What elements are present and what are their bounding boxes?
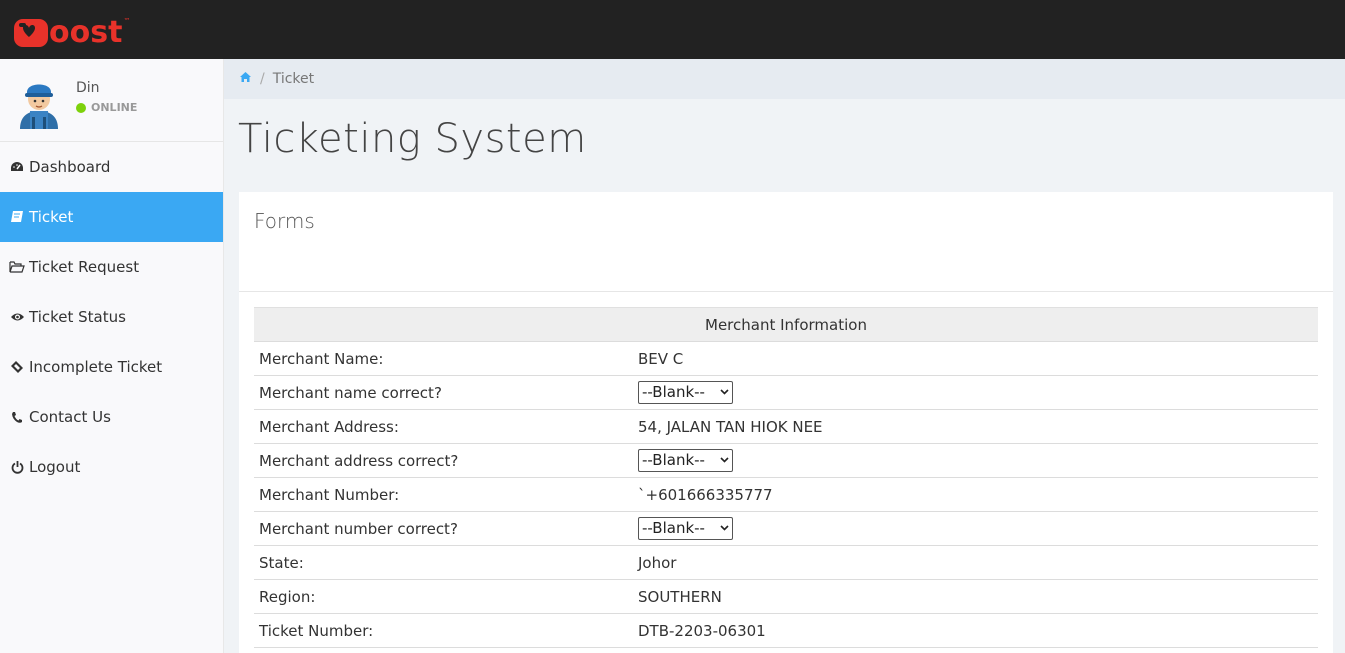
folder-open-icon bbox=[9, 259, 25, 275]
user-name: Din bbox=[76, 80, 100, 96]
row-label: Merchant Address: bbox=[254, 409, 634, 444]
region-value: SOUTHERN bbox=[634, 579, 1318, 614]
logo-heart-icon bbox=[14, 19, 48, 47]
eye-icon bbox=[9, 309, 25, 325]
user-status-label: ONLINE bbox=[91, 101, 138, 114]
row-label: Merchant name correct? bbox=[254, 375, 634, 410]
chevron-down-icon bbox=[720, 525, 729, 531]
chevron-down-icon bbox=[720, 389, 729, 395]
panel-title: Forms bbox=[239, 192, 1333, 292]
row-label: Region: bbox=[254, 579, 634, 614]
sidebar-item-label: Incomplete Ticket bbox=[29, 358, 163, 376]
table-row: Merchant Name: BEV C bbox=[254, 341, 1318, 376]
avatar bbox=[20, 84, 58, 129]
table-row: Merchant number correct? --Blank-- bbox=[254, 511, 1318, 546]
sidebar: Din ONLINE Dashboard Ticket Ticket Reque… bbox=[0, 59, 224, 653]
sidebar-item-ticket-request[interactable]: Ticket Request bbox=[0, 242, 223, 292]
row-label: State: bbox=[254, 545, 634, 580]
sidebar-item-label: Logout bbox=[29, 458, 81, 476]
breadcrumb: / Ticket bbox=[224, 59, 1345, 99]
sidebar-item-label: Ticket Request bbox=[29, 258, 140, 276]
boost-logo[interactable]: oost ™ bbox=[13, 16, 130, 50]
table-header: Merchant Information bbox=[254, 307, 1318, 342]
table-row: Merchant address correct? --Blank-- bbox=[254, 443, 1318, 478]
breadcrumb-separator: / bbox=[260, 71, 265, 87]
power-icon bbox=[9, 459, 25, 475]
ticket-number-value: DTB-2203-06301 bbox=[634, 613, 1318, 648]
merchant-name-value: BEV C bbox=[634, 341, 1318, 376]
user-status: ONLINE bbox=[76, 101, 137, 114]
sidebar-item-label: Ticket Status bbox=[29, 308, 126, 326]
sidebar-item-logout[interactable]: Logout bbox=[0, 442, 223, 492]
merchant-name-correct-select[interactable]: --Blank-- bbox=[638, 381, 733, 404]
state-value: Johor bbox=[634, 545, 1318, 580]
user-panel: Din ONLINE bbox=[0, 59, 223, 142]
breadcrumb-current: Ticket bbox=[272, 71, 315, 87]
table-row: Ticket Number: DTB-2203-06301 bbox=[254, 613, 1318, 648]
merchant-number-correct-select[interactable]: --Blank-- bbox=[638, 517, 733, 540]
row-label: Ticket Number: bbox=[254, 613, 634, 648]
ticket-icon bbox=[9, 359, 25, 375]
top-navbar: oost ™ bbox=[0, 0, 1345, 59]
merchant-info-table: Merchant Information Merchant Name: BEV … bbox=[254, 307, 1318, 648]
sidebar-item-ticket-status[interactable]: Ticket Status bbox=[0, 292, 223, 342]
forms-panel: Forms Merchant Information Merchant Name… bbox=[239, 192, 1333, 653]
phone-icon bbox=[9, 409, 25, 425]
row-label: Merchant Name: bbox=[254, 341, 634, 376]
row-label: Merchant address correct? bbox=[254, 443, 634, 478]
sidebar-item-ticket[interactable]: Ticket bbox=[0, 192, 223, 242]
sidebar-item-dashboard[interactable]: Dashboard bbox=[0, 142, 223, 192]
row-label: Merchant number correct? bbox=[254, 511, 634, 546]
table-row: Region: SOUTHERN bbox=[254, 579, 1318, 614]
merchant-address-value: 54, JALAN TAN HIOK NEE bbox=[634, 409, 1318, 444]
brand-name: oost bbox=[49, 15, 123, 50]
table-row: Merchant Number: `+601666335777 bbox=[254, 477, 1318, 512]
merchant-number-value: `+601666335777 bbox=[634, 477, 1318, 512]
sidebar-item-label: Ticket bbox=[29, 208, 74, 226]
chevron-down-icon bbox=[720, 457, 729, 463]
row-label: Merchant Number: bbox=[254, 477, 634, 512]
table-row: Merchant name correct? --Blank-- bbox=[254, 375, 1318, 410]
brand-trademark: ™ bbox=[123, 17, 131, 25]
page-title: Ticketing System bbox=[238, 116, 587, 162]
book-icon bbox=[9, 209, 25, 225]
sidebar-item-label: Dashboard bbox=[29, 158, 111, 176]
sidebar-item-label: Contact Us bbox=[29, 408, 111, 426]
online-dot-icon bbox=[76, 102, 86, 113]
table-row: State: Johor bbox=[254, 545, 1318, 580]
merchant-address-correct-select[interactable]: --Blank-- bbox=[638, 449, 733, 472]
sidebar-item-incomplete-ticket[interactable]: Incomplete Ticket bbox=[0, 342, 223, 392]
table-row: Merchant Address: 54, JALAN TAN HIOK NEE bbox=[254, 409, 1318, 444]
dashboard-icon bbox=[9, 159, 25, 175]
sidebar-item-contact-us[interactable]: Contact Us bbox=[0, 392, 223, 442]
home-icon[interactable] bbox=[239, 71, 252, 87]
